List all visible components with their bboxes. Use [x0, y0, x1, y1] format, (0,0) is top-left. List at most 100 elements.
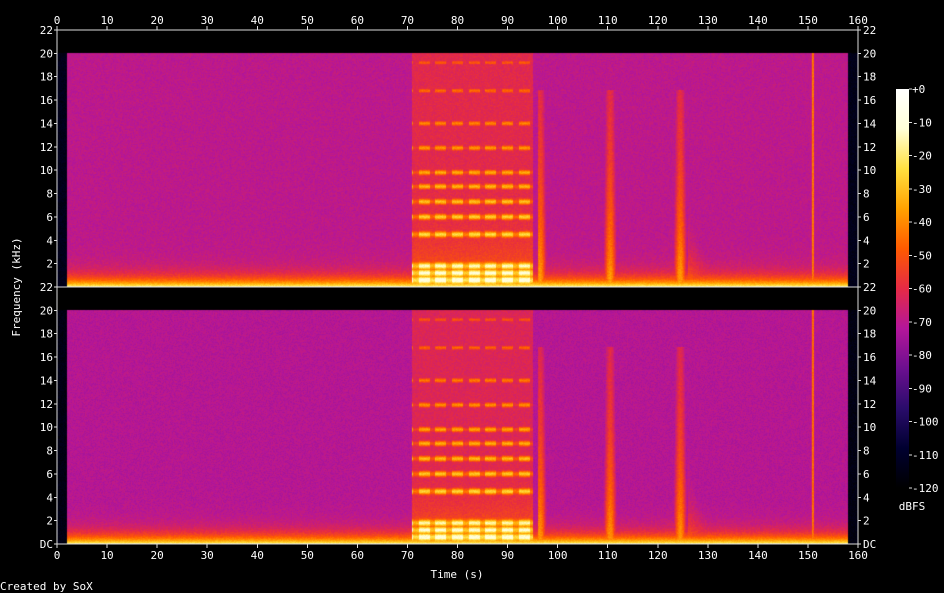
colorbar-tick-label: -100	[912, 416, 939, 429]
x-tick-label-top: 90	[501, 14, 514, 27]
x-tick-label-top: 110	[598, 14, 618, 27]
colorbar-tick-label: -120	[912, 482, 939, 495]
x-tick-label-bottom: 150	[798, 549, 818, 562]
y-tick-label-left: 18	[40, 71, 53, 84]
colorbar-tick-label: -90	[912, 382, 932, 395]
x-tick-label-bottom: 30	[201, 549, 214, 562]
x-tick-label-top: 150	[798, 14, 818, 27]
y-tick-label-right: 6	[863, 468, 870, 481]
y-tick-label-left: 4	[46, 234, 53, 247]
y-tick-label-right: 10	[863, 164, 876, 177]
credit-text: Created by SoX	[0, 580, 93, 593]
y-tick-label-left: 18	[40, 328, 53, 341]
y-tick-label-left: 10	[40, 164, 53, 177]
y-tick-label-right: DC	[863, 538, 876, 551]
x-tick-label-bottom: 60	[351, 549, 364, 562]
x-tick-label-top: 20	[151, 14, 164, 27]
y-tick-label-right: 12	[863, 398, 876, 411]
y-tick-label-right: 8	[863, 188, 870, 201]
y-tick-label-right: 12	[863, 141, 876, 154]
x-tick-label-bottom: 110	[598, 549, 618, 562]
spectrogram-chart: 0 0 10 10 20 20 30 30 40 40 50 50 60 60 70 70 80 80 90 90 10…	[0, 14, 939, 593]
y-tick-label-left: 8	[46, 188, 53, 201]
x-tick-label-top: 140	[748, 14, 768, 27]
x-tick-label-top: 70	[401, 14, 414, 27]
y-tick-label-left: 4	[46, 491, 53, 504]
y-tick-label-right: 20	[863, 304, 876, 317]
y-tick-label-left: 12	[40, 398, 53, 411]
x-tick-label-top: 30	[201, 14, 214, 27]
x-tick-label-bottom: 20	[151, 549, 164, 562]
y-tick-label-right: 14	[863, 374, 877, 387]
colorbar-tick-label: -80	[912, 349, 932, 362]
y-tick-label-left: 14	[40, 374, 54, 387]
y-tick-label-right: 6	[863, 211, 870, 224]
x-tick-label-top: 0	[54, 14, 61, 27]
y-tick-label-left: 8	[46, 445, 53, 458]
y-tick-label-right: 22	[863, 24, 876, 37]
y-tick-label-left: 16	[40, 351, 53, 364]
y-tick-label-left: 2	[46, 515, 53, 528]
x-tick-label-bottom: 100	[548, 549, 568, 562]
channel-1-raster	[57, 30, 858, 287]
x-tick-label-bottom: 120	[648, 549, 668, 562]
x-tick-label-top: 60	[351, 14, 364, 27]
x-tick-label-top: 40	[251, 14, 264, 27]
x-tick-label-top: 100	[548, 14, 568, 27]
x-tick-label-bottom: 90	[501, 549, 514, 562]
channel-2-raster	[57, 287, 858, 544]
y-tick-label-right: 2	[863, 515, 870, 528]
y-tick-label-right: 4	[863, 234, 870, 247]
x-tick-label-top: 120	[648, 14, 668, 27]
y-tick-label-left: 20	[40, 47, 53, 60]
y-tick-label-left: 20	[40, 304, 53, 317]
channel-2-spectrogram	[57, 287, 858, 544]
y-axis-label: Frequency (kHz)	[10, 237, 23, 336]
y-tick-label-right: 16	[863, 94, 876, 107]
x-tick-label-top: 80	[451, 14, 464, 27]
y-tick-label-left: 16	[40, 94, 53, 107]
x-axis-label: Time (s)	[431, 568, 484, 581]
y-tick-label-right: 16	[863, 351, 876, 364]
y-tick-label-right: 8	[863, 445, 870, 458]
y-tick-label-left: 2	[46, 258, 53, 271]
y-tick-label-left: 12	[40, 141, 53, 154]
x-tick-label-bottom: 40	[251, 549, 264, 562]
colorbar-tick-label: -60	[912, 283, 932, 296]
y-tick-label-left: 6	[46, 211, 53, 224]
y-tick-label-right: 4	[863, 491, 870, 504]
y-tick-label-right: 14	[863, 117, 877, 130]
y-tick-label-right: 20	[863, 47, 876, 60]
y-tick-label-left: 6	[46, 468, 53, 481]
y-tick-label-right: 18	[863, 71, 876, 84]
x-tick-label-bottom: 70	[401, 549, 414, 562]
x-tick-label-top: 50	[301, 14, 314, 27]
x-tick-label-bottom: 140	[748, 549, 768, 562]
x-tick-label-top: 130	[698, 14, 718, 27]
y-tick-label-right: 2	[863, 258, 870, 271]
colorbar-tick-label: -10	[912, 116, 932, 129]
colorbar-tick-label: -50	[912, 249, 932, 262]
y-tick-label-left: 14	[40, 117, 54, 130]
x-tick-label-bottom: 0	[54, 549, 61, 562]
colorbar-tick-label: -70	[912, 316, 932, 329]
y-tick-label-right: 18	[863, 328, 876, 341]
y-tick-label-left: DC	[40, 538, 53, 551]
x-tick-label-bottom: 80	[451, 549, 464, 562]
x-tick-label-bottom: 10	[100, 549, 113, 562]
y-tick-label-left: 22	[40, 24, 53, 37]
colorbar-tick-label: +0	[912, 83, 925, 96]
x-tick-label-bottom: 130	[698, 549, 718, 562]
colorbar-tick-label: -110	[912, 449, 939, 462]
colorbar: +0 -10 -20 -30 -40 -50 -60 -70 -80 -90 -100 -110 -12…	[896, 83, 939, 495]
colorbar-tick-label: -30	[912, 183, 932, 196]
colorbar-tick-label: -40	[912, 216, 932, 229]
y-tick-label-left: 10	[40, 421, 53, 434]
y-tick-label-right: 10	[863, 421, 876, 434]
y-tick-label-left: 22	[40, 281, 53, 294]
colorbar-gradient	[896, 89, 909, 488]
colorbar-tick-label: -20	[912, 150, 932, 163]
y-tick-label-right: 22	[863, 281, 876, 294]
colorbar-unit-label: dBFS	[899, 500, 926, 513]
x-tick-label-bottom: 50	[301, 549, 314, 562]
